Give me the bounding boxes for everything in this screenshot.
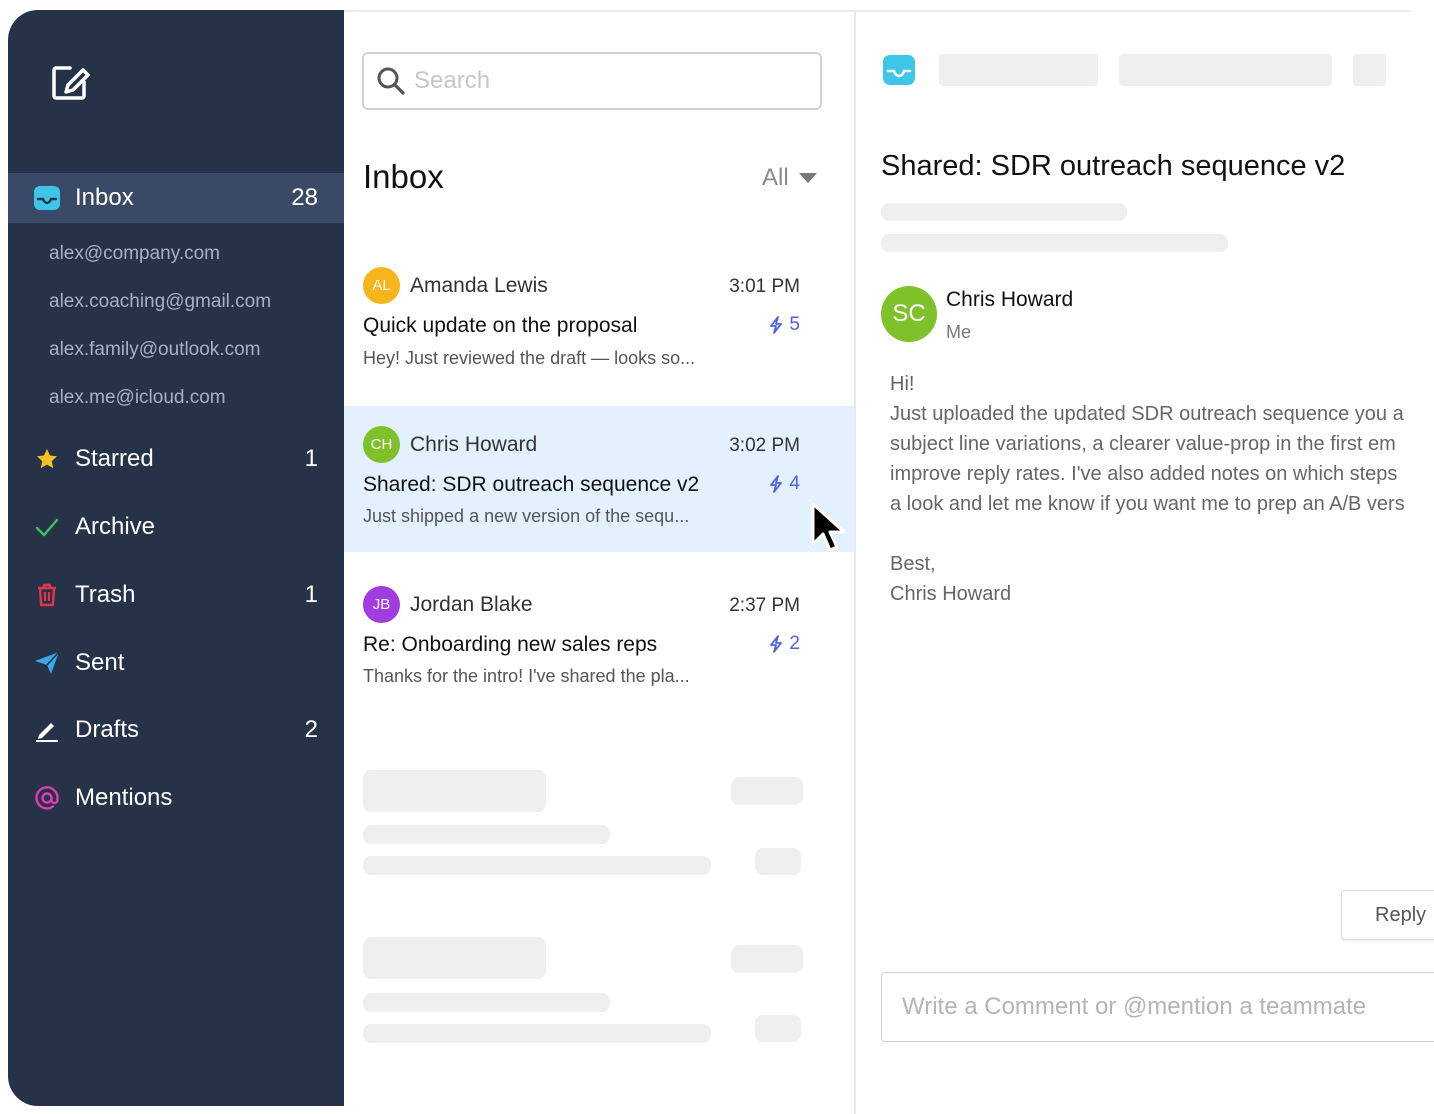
message-preview: Just shipped a new version of the sequ..…	[363, 506, 690, 526]
message-subject: Shared: SDR outreach sequence v2	[363, 473, 700, 496]
account-item[interactable]: alex@company.com	[49, 243, 220, 265]
comment-input[interactable]	[902, 993, 1432, 1021]
message-subject: Re: Onboarding new sales reps	[363, 633, 658, 656]
loading-placeholder	[731, 777, 803, 805]
message-preview: Hey! Just reviewed the draft — looks so.…	[363, 348, 696, 368]
email-body-line: Chris Howard	[890, 583, 1012, 605]
list-title: Inbox	[363, 158, 444, 195]
folder-count: 1	[304, 581, 318, 608]
folder-count: 1	[304, 445, 318, 472]
search-box[interactable]	[362, 52, 822, 110]
loading-placeholder	[755, 848, 801, 875]
compose-icon	[52, 66, 90, 100]
sidebar-item-sent[interactable]: Sent	[8, 639, 344, 687]
at-sign-icon	[34, 785, 60, 811]
message-subject: Quick update on the proposal	[363, 314, 638, 337]
email-body-line: Just uploaded the updated SDR outreach s…	[890, 403, 1404, 425]
unread-count: 28	[291, 184, 318, 211]
reply-button[interactable]: Reply	[1341, 890, 1434, 940]
account-item[interactable]: alex.coaching@gmail.com	[49, 291, 271, 313]
loading-placeholder	[363, 825, 610, 844]
message-item[interactable]: JB Jordan Blake 2:37 PM Re: Onboarding n…	[344, 566, 854, 712]
thread-badge: 5	[769, 314, 800, 336]
inbox-tray-icon	[883, 55, 915, 85]
toolbar-placeholder	[1119, 54, 1332, 86]
loading-placeholder	[363, 770, 546, 812]
sidebar-item-inbox[interactable]: Inbox 28	[8, 173, 344, 223]
toolbar-placeholder	[939, 54, 1098, 86]
message-time: 3:01 PM	[729, 276, 800, 297]
message-preview: Thanks for the intro! I've shared the pl…	[363, 666, 690, 686]
loading-placeholder	[755, 1015, 801, 1042]
thread-count: 2	[789, 633, 800, 654]
thread-badge: 4	[769, 473, 800, 495]
message-time: 3:02 PM	[729, 435, 800, 456]
sidebar-item-label: Sent	[75, 649, 125, 676]
inbox-tray-icon	[34, 185, 60, 211]
thread-badge: 2	[769, 633, 800, 655]
thread-count: 4	[789, 473, 800, 494]
email-body-line: a look and let me know if you want me to…	[890, 493, 1405, 515]
mouse-pointer-icon	[811, 502, 846, 552]
account-item[interactable]: alex.me@icloud.com	[49, 387, 226, 409]
email-body-line: Hi!	[890, 373, 915, 395]
message-item[interactable]: AL Amanda Lewis 3:01 PM Quick update on …	[344, 250, 854, 396]
loading-placeholder	[363, 856, 711, 875]
message-time: 2:37 PM	[729, 595, 800, 616]
message-sender: Amanda Lewis	[410, 274, 548, 297]
message-sender: Chris Howard	[410, 433, 538, 456]
sidebar-item-label: Mentions	[75, 784, 173, 811]
comment-box[interactable]	[881, 972, 1434, 1042]
star-icon	[34, 446, 60, 472]
sidebar: Inbox 28 alex@company.com alex.coaching@…	[8, 10, 344, 1106]
lightning-icon	[770, 316, 783, 334]
sidebar-item-label: Drafts	[75, 716, 140, 743]
checkmark-icon	[34, 514, 60, 540]
folder-count: 2	[304, 716, 318, 743]
sidebar-item-starred[interactable]: Starred 1	[8, 435, 344, 483]
reading-pane: Shared: SDR outreach sequence v2 SC Chri…	[858, 10, 1434, 1114]
lightning-icon	[770, 475, 783, 493]
email-subject: Shared: SDR outreach sequence v2	[881, 150, 1346, 182]
sidebar-item-label: Trash	[75, 581, 136, 608]
avatar: JB	[363, 586, 400, 623]
sidebar-item-trash[interactable]: Trash 1	[8, 571, 344, 619]
avatar: CH	[363, 426, 400, 463]
loading-placeholder	[881, 203, 1127, 221]
message-item-selected[interactable]: CH Chris Howard 3:02 PM Shared: SDR outr…	[344, 406, 854, 552]
trash-icon	[34, 582, 60, 608]
lightning-icon	[770, 635, 783, 653]
sidebar-item-archive[interactable]: Archive	[8, 503, 344, 551]
message-list-pane: Inbox All AL Amanda Lewis 3:01 PM Quick …	[344, 10, 856, 1114]
email-body-line: improve reply rates. I've also added not…	[890, 463, 1398, 485]
sidebar-item-mentions[interactable]: Mentions	[8, 774, 344, 822]
recipient: Me	[946, 322, 972, 342]
sidebar-item-drafts[interactable]: Drafts 2	[8, 706, 344, 754]
search-icon	[377, 67, 405, 95]
loading-placeholder	[363, 993, 610, 1012]
sender-avatar: SC	[881, 286, 937, 342]
loading-placeholder	[363, 1024, 711, 1043]
avatar: AL	[363, 267, 400, 304]
paper-plane-icon	[34, 650, 60, 676]
caret-down-icon	[798, 173, 817, 183]
compose-button[interactable]	[48, 60, 92, 104]
email-body-line: subject line variations, a clearer value…	[890, 433, 1396, 455]
filter-dropdown[interactable]: All	[762, 164, 817, 192]
account-item[interactable]: alex.family@outlook.com	[49, 339, 260, 361]
sidebar-item-label: Inbox	[75, 184, 134, 211]
sender-name: Chris Howard	[946, 288, 1074, 311]
sidebar-item-label: Archive	[75, 513, 156, 540]
loading-placeholder	[881, 234, 1228, 252]
loading-placeholder	[363, 937, 546, 979]
filter-label: All	[762, 164, 789, 191]
loading-placeholder	[731, 945, 803, 973]
message-sender: Jordan Blake	[410, 593, 533, 616]
search-input[interactable]	[414, 67, 814, 95]
sidebar-item-label: Starred	[75, 445, 154, 472]
email-body-line: Best,	[890, 553, 936, 575]
pencil-icon	[34, 717, 60, 743]
toolbar-placeholder	[1353, 54, 1386, 86]
thread-count: 5	[789, 314, 800, 335]
